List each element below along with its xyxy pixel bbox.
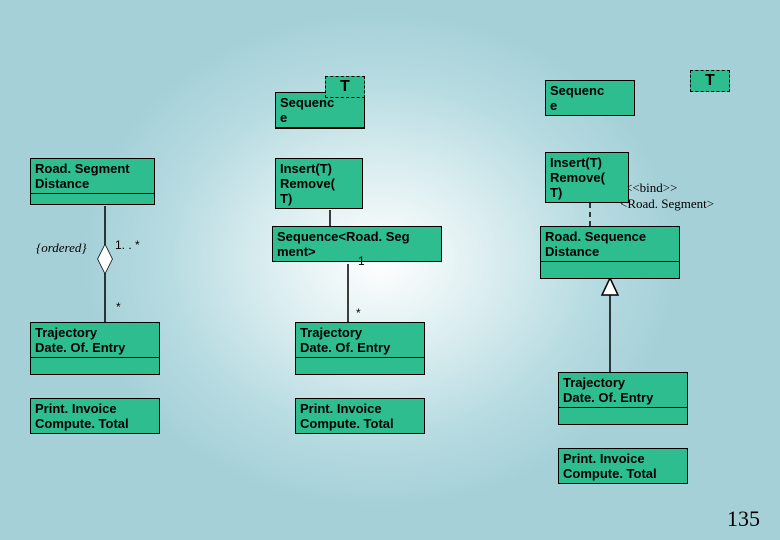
- class-header: Trajectory Date. Of. Entry: [296, 323, 424, 358]
- class-ops: Print. Invoice Compute. Total: [296, 399, 424, 433]
- text: Print. Invoice: [35, 401, 117, 416]
- text: Trajectory: [35, 325, 97, 340]
- text: Distance: [545, 244, 599, 259]
- class-header: Trajectory Date. Of. Entry: [559, 373, 687, 408]
- empty-section: [559, 408, 687, 424]
- class-trajectory-2: Trajectory Date. Of. Entry: [295, 322, 425, 375]
- text: Date. Of. Entry: [35, 340, 125, 355]
- class-header: Trajectory Date. Of. Entry: [31, 323, 159, 358]
- text: Print. Invoice: [300, 401, 382, 416]
- multiplicity: *: [356, 306, 361, 320]
- class-header: Road. Segment Distance: [31, 159, 154, 194]
- class-ops-2: Insert(T) Remove( T): [275, 158, 363, 209]
- class-header: Road. Sequence Distance: [541, 227, 679, 262]
- class-methods-2: Print. Invoice Compute. Total: [295, 398, 425, 434]
- text: Trajectory: [300, 325, 362, 340]
- ops-text: Insert(T) Remove( T): [546, 153, 628, 202]
- ordered-label: {ordered}: [36, 240, 87, 256]
- multiplicity: 1: [358, 254, 365, 268]
- template-param-3: T: [690, 70, 730, 92]
- text: Road. Sequence: [545, 229, 646, 244]
- class-road-segment: Road. Segment Distance: [30, 158, 155, 205]
- class-ops: Print. Invoice Compute. Total: [31, 399, 159, 433]
- class-ops: Print. Invoice Compute. Total: [559, 449, 687, 483]
- text: Compute. Total: [35, 416, 129, 431]
- class-methods-1: Print. Invoice Compute. Total: [30, 398, 160, 434]
- text: Trajectory: [563, 375, 625, 390]
- empty-section: [541, 262, 679, 278]
- text: Compute. Total: [563, 466, 657, 481]
- empty-section: [31, 358, 159, 374]
- text: Road. Segment: [35, 161, 130, 176]
- ops-text: Insert(T) Remove( T): [276, 159, 362, 208]
- class-trajectory-3: Trajectory Date. Of. Entry: [558, 372, 688, 425]
- multiplicity: 1. . *: [115, 238, 140, 252]
- empty-section: [296, 358, 424, 374]
- text: Date. Of. Entry: [300, 340, 390, 355]
- page-number: 135: [727, 506, 760, 532]
- template-param-2: T: [325, 76, 365, 98]
- text: Distance: [35, 176, 89, 191]
- class-methods-3: Print. Invoice Compute. Total: [558, 448, 688, 484]
- bind-argument: <Road. Segment>: [620, 196, 714, 212]
- class-trajectory-1: Trajectory Date. Of. Entry: [30, 322, 160, 375]
- text: Print. Invoice: [563, 451, 645, 466]
- class-sequence-3: Sequenc e: [545, 80, 635, 116]
- multiplicity: *: [116, 300, 121, 314]
- class-header: Sequenc e: [276, 93, 364, 128]
- class-header: Sequence<Road. Seg ment>: [273, 227, 441, 261]
- class-sequence-bound: Sequence<Road. Seg ment>: [272, 226, 442, 262]
- class-header: Sequenc e: [546, 81, 634, 115]
- class-road-sequence: Road. Sequence Distance: [540, 226, 680, 279]
- empty-section: [31, 194, 154, 204]
- class-ops-3: Insert(T) Remove( T): [545, 152, 629, 203]
- text: Date. Of. Entry: [563, 390, 653, 405]
- bind-stereotype: <<bind>>: [625, 180, 677, 196]
- text: Compute. Total: [300, 416, 394, 431]
